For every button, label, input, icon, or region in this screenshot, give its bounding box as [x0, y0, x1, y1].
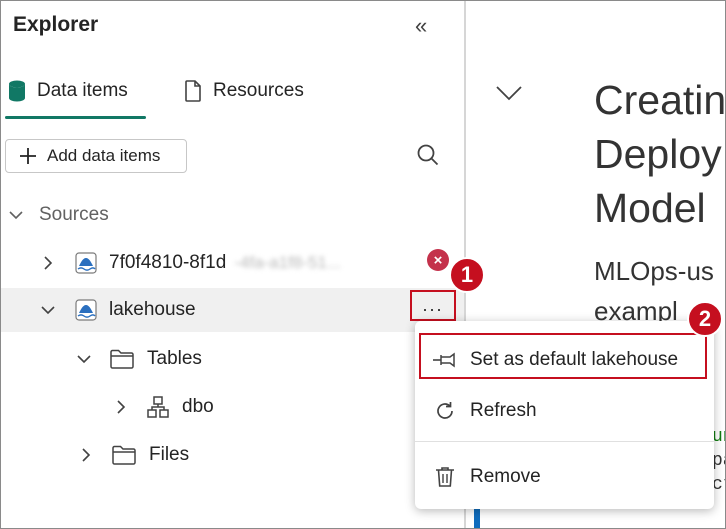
lakehouse-icon	[75, 299, 97, 321]
menu-item-refresh[interactable]: Refresh	[415, 389, 714, 433]
tree-item-label: 7f0f4810-8f1d	[109, 252, 227, 273]
folder-icon	[109, 348, 135, 370]
tree-item-dbo[interactable]: dbo	[1, 389, 464, 425]
context-menu: Set as default lakehouse Refresh Remove	[415, 321, 714, 509]
window-frame: Explorer « Data items Resources Add data…	[0, 0, 726, 529]
chevron-right-icon[interactable]	[39, 256, 57, 270]
tree-item-files[interactable]: Files	[1, 437, 464, 473]
code-cell-fragment: un pa ct	[712, 425, 725, 497]
tab-resources[interactable]: Resources	[183, 71, 304, 111]
heading-line: Deploy	[594, 131, 722, 177]
tab-resources-label: Resources	[213, 80, 304, 101]
code-line: un	[712, 427, 725, 447]
lakehouse-icon	[75, 252, 97, 274]
error-badge: ×	[427, 249, 449, 271]
more-options-button[interactable]: ...	[410, 290, 456, 321]
schema-icon	[146, 395, 170, 419]
plus-icon	[18, 146, 38, 166]
explorer-tabs: Data items Resources	[1, 71, 464, 121]
tab-data-items[interactable]: Data items	[7, 71, 128, 111]
markdown-heading: Creatin Deploy Model	[594, 73, 726, 235]
menu-separator	[415, 441, 714, 442]
database-icon	[7, 79, 27, 103]
chevron-down-icon[interactable]	[495, 84, 523, 107]
tab-data-items-label: Data items	[37, 80, 128, 101]
heading-line: Creatin	[594, 77, 726, 123]
tree-item-label-obscured: -4fa-a1f8-51...	[234, 253, 342, 272]
menu-item-label: Remove	[470, 466, 541, 487]
heading-line: Model	[594, 185, 706, 231]
add-data-items-label: Add data items	[47, 146, 161, 165]
chevron-right-icon[interactable]	[112, 400, 130, 414]
tree-item-label: lakehouse	[109, 299, 196, 320]
menu-item-label: Refresh	[470, 400, 537, 421]
folder-icon	[111, 444, 137, 466]
paragraph-line: MLOps-us	[594, 256, 714, 286]
search-icon	[415, 144, 441, 172]
add-data-items-button[interactable]: Add data items	[5, 139, 187, 173]
explorer-panel: Explorer « Data items Resources Add data…	[1, 1, 464, 528]
menu-item-remove[interactable]: Remove	[415, 455, 714, 499]
menu-item-set-default-lakehouse[interactable]: Set as default lakehouse	[415, 338, 714, 382]
tree-item-lakehouse-7f0f[interactable]: 7f0f4810-8f1d -4fa-a1f8-51...	[1, 243, 464, 283]
document-icon	[183, 79, 203, 103]
refresh-icon	[432, 400, 458, 422]
trash-icon	[432, 465, 458, 489]
chevron-down-icon[interactable]	[39, 305, 57, 315]
pin-icon	[432, 351, 458, 369]
sources-group[interactable]: Sources	[1, 197, 464, 233]
tree-item-label: Tables	[147, 348, 202, 369]
explorer-title: Explorer	[13, 13, 99, 36]
sources-label: Sources	[39, 204, 109, 225]
tree-item-tables[interactable]: Tables	[1, 341, 464, 377]
active-tab-indicator	[5, 116, 146, 119]
chevron-right-icon[interactable]	[77, 448, 95, 462]
menu-item-label: Set as default lakehouse	[470, 349, 679, 370]
tree-item-label: Files	[149, 444, 190, 465]
step-marker-2: 2	[687, 301, 723, 337]
code-line: ct	[712, 475, 725, 495]
tree-item-label: dbo	[182, 396, 214, 417]
tree-item-lakehouse[interactable]: lakehouse	[1, 288, 464, 332]
double-chevron-left-icon: «	[415, 13, 428, 38]
search-button[interactable]	[415, 142, 441, 173]
collapse-panel-button[interactable]: «	[415, 13, 427, 39]
code-line: pa	[712, 451, 725, 471]
step-marker-1: 1	[449, 257, 485, 293]
chevron-down-icon[interactable]	[75, 354, 93, 364]
chevron-down-icon[interactable]	[7, 210, 25, 220]
